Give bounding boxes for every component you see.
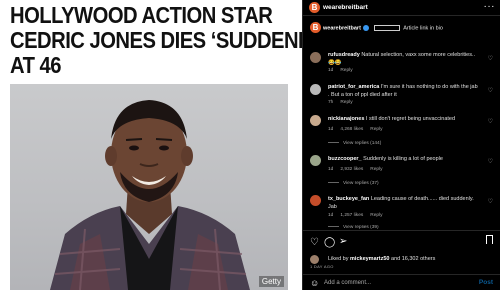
caption-username[interactable]: wearebreitbart xyxy=(323,25,361,31)
article-headline: HOLLYWOOD ACTION STAR CEDRIC JONES DIES … xyxy=(10,2,302,78)
headline-line-2: CEDRIC JONES DIES ‘SUDDENLY’ xyxy=(10,27,302,53)
comment-meta: 1d Reply xyxy=(328,68,360,73)
comment-like-icon[interactable]: ♡ xyxy=(488,158,493,165)
comment-meta: 1d 4,268 likes Reply xyxy=(328,127,390,132)
reply-button[interactable]: Reply xyxy=(340,68,352,73)
liker-username[interactable]: mickeymartz50 xyxy=(350,256,389,262)
account-avatar[interactable]: B xyxy=(309,2,320,13)
share-icon[interactable]: ➢ xyxy=(339,236,347,247)
redacted-box xyxy=(373,25,400,31)
comment-text: patriot_for_america I'm sure it has noth… xyxy=(328,84,478,99)
reply-button[interactable]: Reply xyxy=(370,167,382,172)
comment-username[interactable]: patriot_for_america xyxy=(328,84,379,90)
comment-meta: 1d 1,257 likes Reply xyxy=(328,213,390,218)
view-replies-link[interactable]: View replies (144) xyxy=(328,141,381,146)
comment-time: 1d xyxy=(328,127,334,132)
comment-body: Suddenly is killing a lot of people xyxy=(363,156,443,162)
headline-line-1: HOLLYWOOD ACTION STAR xyxy=(10,2,273,28)
post-comment-button[interactable]: Post xyxy=(479,279,493,286)
commenter-avatar[interactable] xyxy=(310,84,321,95)
comment-like-icon[interactable]: ♡ xyxy=(488,198,493,205)
commenter-avatar[interactable] xyxy=(310,52,321,63)
account-name[interactable]: wearebreitbart xyxy=(323,4,368,11)
comment-username[interactable]: tx_buckeye_fan xyxy=(328,196,369,202)
comment-composer: ☺ Add a comment... Post xyxy=(303,274,500,290)
comment-username[interactable]: rufusdready xyxy=(328,52,360,58)
heart-icon[interactable]: ♡ xyxy=(310,237,319,248)
article-image-panel: HOLLYWOOD ACTION STAR CEDRIC JONES DIES … xyxy=(0,0,302,290)
portrait-photo: Getty xyxy=(10,84,288,290)
bookmark-icon[interactable] xyxy=(486,235,493,244)
comment-text: tx_buckeye_fan Leading cause of death...… xyxy=(328,196,478,211)
comment-meta: 7h Reply xyxy=(328,100,360,105)
comment-input[interactable]: Add a comment... xyxy=(324,280,371,286)
comment-time: 1d xyxy=(328,213,334,218)
commenter-avatar[interactable] xyxy=(310,195,321,206)
comment-meta: 1d 2,932 likes Reply xyxy=(328,167,390,172)
comment-body: I still don't regret being unvaccinated xyxy=(365,116,456,122)
smiley-icon[interactable]: ☺ xyxy=(310,278,319,288)
likes-suffix[interactable]: and 16,302 others xyxy=(391,256,435,262)
likes-summary: Liked by mickeymartz50 and 16,302 others xyxy=(328,256,435,262)
comment-text: buzzcooper_ Suddenly is killing a lot of… xyxy=(328,156,478,164)
post-date: 1 DAY AGO xyxy=(310,264,334,269)
post-caption: wearebreitbart Article link in bio xyxy=(323,25,443,31)
reply-button[interactable]: Reply xyxy=(370,127,382,132)
view-replies-link[interactable]: View replies (37) xyxy=(328,181,379,186)
headline-line-3: AT 46 xyxy=(10,52,61,78)
comment-username[interactable]: buzzcooper_ xyxy=(328,156,362,162)
reply-button[interactable]: Reply xyxy=(340,100,352,105)
comment-text: nickianajones I still don't regret being… xyxy=(328,116,478,124)
photo-credit: Getty xyxy=(258,276,284,287)
avatar-initial: B xyxy=(311,3,318,12)
more-options-icon[interactable]: ··· xyxy=(484,1,496,12)
caption-avatar[interactable]: B xyxy=(310,22,321,33)
comment-time: 1d xyxy=(328,68,334,73)
liker-avatar[interactable] xyxy=(310,255,319,264)
comment-like-icon[interactable]: ♡ xyxy=(488,55,493,62)
post-actions: ♡ ◯ ➢ Liked by mickeymartz50 and 16,302 … xyxy=(303,230,500,269)
comment-text: rufusdready Natural selection, vaxx some… xyxy=(328,52,478,67)
caption-text: Article link in bio xyxy=(403,25,443,32)
reply-button[interactable]: Reply xyxy=(370,213,382,218)
verified-badge-icon xyxy=(363,25,370,31)
comment-likes[interactable]: 1,257 likes xyxy=(340,213,363,218)
portrait-illustration xyxy=(50,100,250,290)
avatar-initial: B xyxy=(312,23,319,32)
comment-like-icon[interactable]: ♡ xyxy=(488,87,493,94)
likes-prefix: Liked by xyxy=(328,256,349,262)
comment-time: 1d xyxy=(328,167,334,172)
post-header: B wearebreitbart ··· xyxy=(303,0,500,16)
comment-likes[interactable]: 4,268 likes xyxy=(340,127,363,132)
comment-icon[interactable]: ◯ xyxy=(324,237,335,248)
commenter-avatar[interactable] xyxy=(310,155,321,166)
comment-time: 7h xyxy=(328,100,334,105)
commenter-avatar[interactable] xyxy=(310,115,321,126)
comment-likes[interactable]: 2,932 likes xyxy=(340,167,363,172)
comment-like-icon[interactable]: ♡ xyxy=(488,118,493,125)
comment-username[interactable]: nickianajones xyxy=(328,116,364,122)
instagram-panel: B wearebreitbart ··· B wearebreitbart Ar… xyxy=(302,0,500,290)
